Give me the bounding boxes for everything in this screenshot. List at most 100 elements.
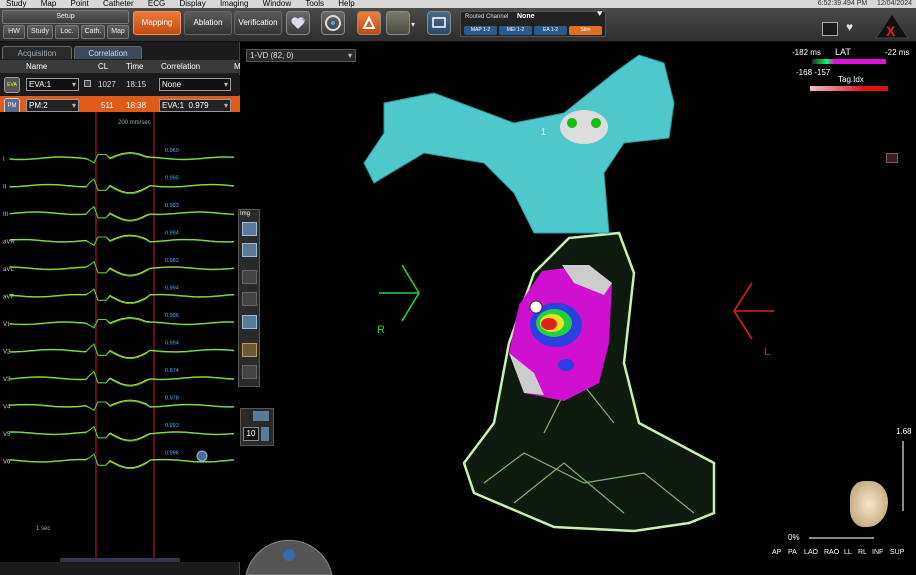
lead-score-III: 0.993 xyxy=(165,203,179,209)
ecg-trace-aVL-paced xyxy=(9,260,235,276)
chip-map[interactable]: MAP 1-2 xyxy=(464,26,497,35)
row1-name-select[interactable]: EVA:1 xyxy=(26,78,79,91)
catheter-alert-icon[interactable] xyxy=(357,11,381,35)
lead-score-V5: 0.993 xyxy=(165,423,179,429)
view-inf[interactable]: INF xyxy=(872,549,883,556)
ecg-gear-icon[interactable] xyxy=(196,450,208,462)
lead-label-III: III xyxy=(3,212,8,218)
row2-corr-name: EVA:1 xyxy=(162,101,185,110)
left-orientation: L xyxy=(764,346,770,358)
zoom-slider[interactable] xyxy=(902,441,904,511)
menu-ecg[interactable]: ECG xyxy=(148,0,165,8)
ablation-button[interactable]: Ablation xyxy=(184,11,232,35)
menu-window[interactable]: Window xyxy=(263,0,291,8)
row1-cl: 1027 xyxy=(98,80,116,89)
monitor-status-icon[interactable] xyxy=(822,22,838,36)
menu-catheter[interactable]: Catheter xyxy=(103,0,134,8)
lead-score-II: 0.995 xyxy=(165,176,179,182)
lead-label-II: II xyxy=(3,185,7,191)
eva-map-icon: EVA xyxy=(4,77,20,93)
chip-stim[interactable]: Stim xyxy=(569,26,602,35)
table-row[interactable]: EVA EVA:1 1027 18:15 None xyxy=(0,75,240,95)
view-pa[interactable]: PA xyxy=(788,549,797,556)
col-m: M xyxy=(234,62,241,71)
row2-corr-score: 0.979 xyxy=(188,101,209,110)
loc-button[interactable]: Loc. xyxy=(55,25,79,39)
chip-mei[interactable]: MEI 1-2 xyxy=(499,26,532,35)
view-rao[interactable]: RAO xyxy=(824,549,839,556)
row1-correlation-select[interactable]: None xyxy=(159,78,231,91)
correlation-table-header: Name CL Time Correlation M xyxy=(0,60,241,73)
routed-channel-value[interactable]: None xyxy=(517,13,535,20)
heartbeat-icon[interactable]: ♥ xyxy=(846,20,853,34)
map-3d-view[interactable]: 1-VD (82, 0) ▾ -182 ms LAT -22 ms -168 -… xyxy=(238,43,916,575)
view-ll[interactable]: LL xyxy=(844,549,852,556)
ecg-trace-V3-paced xyxy=(9,370,235,386)
target-clock-icon[interactable] xyxy=(321,11,345,35)
menu-bar: Study Map Point Catheter ECG Display Ima… xyxy=(0,0,916,8)
lead-score-V6: 0.996 xyxy=(165,451,179,457)
right-orientation: R xyxy=(377,324,385,336)
clock-time: 6:52:39.494 PM xyxy=(817,0,868,7)
lead-score-aVR: 0.994 xyxy=(165,231,179,237)
col-time: Time xyxy=(126,62,144,71)
view-sup[interactable]: SUP xyxy=(890,549,904,556)
lead-score-V3: 0.874 xyxy=(165,368,179,374)
menu-help[interactable]: Help xyxy=(338,0,354,8)
opacity-slider[interactable] xyxy=(809,537,874,539)
menu-map[interactable]: Map xyxy=(41,0,57,8)
cath-button[interactable]: Cath. xyxy=(81,25,105,39)
row2-cl: 511 xyxy=(101,101,114,110)
monitor-icon[interactable] xyxy=(427,11,451,35)
ecg-speed-label: 200 mm/sec xyxy=(118,120,151,126)
marker-label: 1 xyxy=(541,127,546,137)
menu-display[interactable]: Display xyxy=(179,0,205,8)
clock: 6:52:39.494 PM 12/04/2024 xyxy=(818,0,912,7)
close-x-icon[interactable]: X xyxy=(872,12,912,40)
tab-correlation[interactable]: Correlation xyxy=(74,46,142,59)
svg-text:+: + xyxy=(301,15,306,24)
row1-time: 18:15 xyxy=(126,80,147,89)
row1-lock-icon[interactable] xyxy=(84,80,91,87)
anatomy-render: 1 R L xyxy=(363,54,774,533)
ecg-scrollbar[interactable] xyxy=(60,558,180,562)
study-button[interactable]: Study xyxy=(27,25,53,39)
aorta-mesh xyxy=(363,54,675,234)
ecg-trace-V1-paced xyxy=(9,317,235,329)
ecg-trace-V5-paced xyxy=(9,425,235,441)
col-correlation: Correlation xyxy=(161,62,201,71)
ecg-trace-II-paced xyxy=(9,178,235,194)
view-buttons: AP PA LAO RAO LL RL INF SUP xyxy=(772,549,916,559)
verification-button[interactable]: Verification xyxy=(234,11,282,35)
menu-study[interactable]: Study xyxy=(6,0,26,8)
chevron-down-icon[interactable]: ▾ xyxy=(411,20,415,29)
row2-name-select[interactable]: PM:2 xyxy=(26,99,79,112)
view-rl[interactable]: RL xyxy=(858,549,867,556)
ecg-trace-aVF-paced xyxy=(9,288,235,304)
setup-button[interactable]: Setup xyxy=(2,10,129,24)
menu-imaging[interactable]: Imaging xyxy=(220,0,248,8)
heart-plus-icon[interactable]: + xyxy=(286,11,310,35)
col-cl: CL xyxy=(98,62,109,71)
heart-icon[interactable]: ♥ xyxy=(597,8,602,18)
routed-channel-label: Routed Channel xyxy=(465,14,509,20)
view-ap[interactable]: AP xyxy=(772,549,781,556)
lead-label-V1: V1 xyxy=(3,322,11,328)
routed-channel-panel: Routed Channel None MAP 1-2 MEI 1-2 EA 1… xyxy=(460,11,606,37)
screen-icon[interactable] xyxy=(386,11,410,35)
catheter-tip-icon[interactable] xyxy=(560,110,608,144)
toolbar: Setup HW Study Loc. Cath. Map Mapping Ab… xyxy=(0,8,916,42)
row2-correlation-select[interactable]: EVA:1 0.979 xyxy=(159,99,231,112)
chip-ea[interactable]: EA 1-2 xyxy=(534,26,567,35)
menu-tools[interactable]: Tools xyxy=(305,0,324,8)
mapping-button[interactable]: Mapping xyxy=(133,11,181,35)
view-lao[interactable]: LAO xyxy=(804,549,818,556)
menu-point[interactable]: Point xyxy=(71,0,89,8)
hw-button[interactable]: HW xyxy=(3,25,25,39)
lead-score-aVL: 0.982 xyxy=(165,258,179,264)
lead-score-I: 0.969 xyxy=(165,148,179,154)
tab-acquisition[interactable]: Acquisition xyxy=(2,46,72,59)
col-name: Name xyxy=(26,62,48,71)
lead-score-V4: 0.978 xyxy=(165,396,179,402)
map-button[interactable]: Map xyxy=(107,25,129,39)
